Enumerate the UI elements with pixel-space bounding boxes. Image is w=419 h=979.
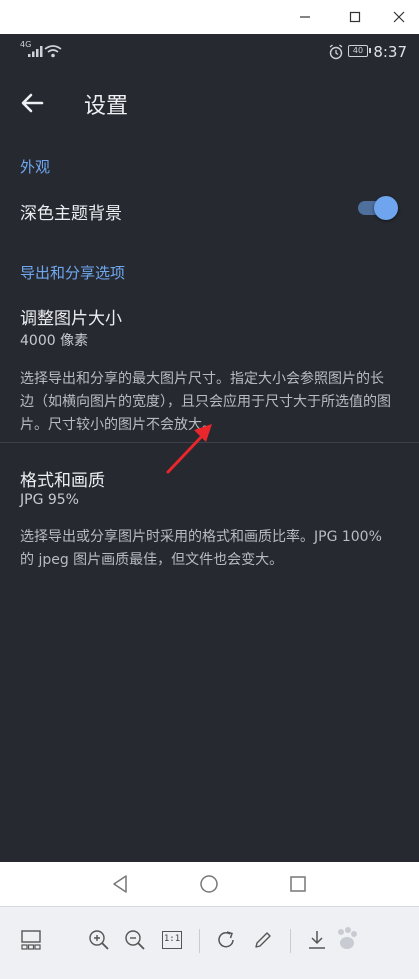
maximize-icon (349, 11, 361, 23)
actual-size-label: 1:1 (162, 931, 182, 949)
close-icon (393, 11, 405, 23)
rotate-icon (218, 931, 234, 948)
dark-theme-toggle[interactable] (356, 195, 398, 221)
download-icon (309, 931, 325, 949)
annotation-arrow (166, 424, 212, 474)
download-button[interactable] (302, 925, 332, 955)
battery-indicator: 40 (348, 45, 368, 57)
rotate-button[interactable] (211, 925, 241, 955)
resize-value: 4000 像素 (20, 333, 89, 349)
android-nav-bar (0, 862, 419, 906)
toggle-thumb (374, 196, 398, 220)
phone-screen: 4G 40 8:37 设置 外观 深色主题背景 导出和分享选项 调整图片大小 4… (0, 34, 419, 862)
page-title: 设置 (84, 94, 129, 119)
actual-size-button[interactable]: 1:1 (157, 925, 187, 955)
dark-theme-label: 深色主题背景 (20, 204, 122, 224)
section-export-label: 导出和分享选项 (20, 264, 126, 282)
nav-home-button[interactable] (195, 870, 223, 898)
watermark-logo (338, 927, 357, 949)
format-title: 格式和画质 (20, 471, 105, 491)
pencil-icon (255, 932, 271, 948)
toolbar-separator (290, 929, 291, 953)
signal-icon (28, 46, 43, 57)
status-bar: 4G 40 8:37 (0, 34, 419, 70)
window-title-bar (0, 0, 419, 34)
close-button[interactable] (376, 0, 419, 34)
triangle-back-icon (113, 875, 127, 893)
maximize-button[interactable] (332, 0, 378, 34)
zoom-in-icon (89, 930, 109, 950)
nav-recents-button[interactable] (284, 870, 312, 898)
format-description: 选择导出或分享图片时采用的格式和画质比率。JPG 100% 的 jpeg 图片画… (20, 529, 382, 568)
alarm-icon (329, 44, 343, 60)
toolbar-separator (199, 929, 200, 953)
zoom-in-button[interactable] (84, 925, 114, 955)
section-appearance-label: 外观 (20, 158, 51, 176)
thumbnail-view-button[interactable] (16, 925, 46, 955)
back-arrow-icon[interactable] (20, 90, 46, 116)
wifi-icon (44, 45, 62, 58)
thumbnails-icon (21, 930, 41, 950)
zoom-out-icon (125, 930, 145, 950)
clock: 8:37 (373, 43, 407, 61)
battery-tip (369, 48, 371, 53)
square-recents-icon (290, 876, 306, 892)
nav-back-button[interactable] (106, 870, 134, 898)
resize-title: 调整图片大小 (20, 309, 122, 329)
edit-button[interactable] (248, 925, 278, 955)
resize-setting-row[interactable]: 调整图片大小 4000 像素 选择导出和分享的最大图片尺寸。指定大小会参照图片的… (0, 292, 419, 440)
minimize-button[interactable] (282, 0, 328, 34)
circle-home-icon (200, 875, 218, 893)
format-value: JPG 95% (20, 492, 79, 508)
minimize-icon (300, 16, 310, 18)
zoom-out-button[interactable] (120, 925, 150, 955)
